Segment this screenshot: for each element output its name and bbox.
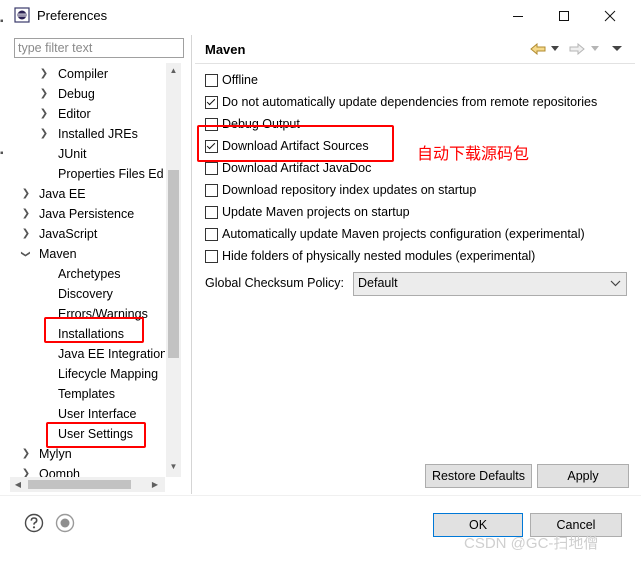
annotation-highlight-download-sources [197,125,394,162]
annotation-label: 自动下载源码包 [417,146,530,163]
checkbox-label: Automatically update Maven projects conf… [222,227,585,241]
tree-item-properties-files-editor[interactable]: Properties Files Ed [10,164,165,184]
checkbox-label: Do not automatically update dependencies… [222,95,598,109]
minimize-button[interactable] [495,0,541,32]
background-window-fragment: ▪ [0,16,4,27]
tree-item-javascript[interactable]: ❯ JavaScript [10,224,165,244]
preference-tree: ❯ Compiler ❯ Debug ❯ Editor ❯ Installed … [10,63,165,479]
chevron-right-icon[interactable]: ❯ [39,104,49,124]
checkbox-box[interactable] [205,183,218,197]
annotation-highlight-user-settings [46,422,146,448]
tree-item-debug[interactable]: ❯ Debug [10,84,165,104]
auto-update-project-config-checkbox[interactable]: Automatically update Maven projects conf… [205,224,585,244]
eclipse-app-icon [14,7,30,23]
checkbox-label: Hide folders of physically nested module… [222,249,536,263]
checkbox-box[interactable] [205,161,218,175]
tree-item-junit[interactable]: JUnit [10,144,165,164]
chevron-down-icon[interactable]: ❯ [16,249,36,259]
tree-item-lifecycle-mapping[interactable]: Lifecycle Mapping [10,364,165,384]
background-window-fragment: ▪ [0,148,4,159]
chevron-right-icon[interactable]: ❯ [21,184,31,204]
tree-item-maven[interactable]: ❯ Maven [10,244,165,264]
pane-divider[interactable] [191,35,192,494]
chevron-right-icon[interactable]: ❯ [39,84,49,104]
tree-item-editor[interactable]: ❯ Editor [10,104,165,124]
tree-item-templates[interactable]: Templates [10,384,165,404]
close-icon [604,10,616,22]
hide-nested-module-folders-checkbox[interactable]: Hide folders of physically nested module… [205,246,535,266]
header-separator [195,63,635,64]
update-projects-on-startup-checkbox[interactable]: Update Maven projects on startup [205,202,410,222]
tree-item-java-persistence[interactable]: ❯ Java Persistence [10,204,165,224]
maximize-button[interactable] [541,0,587,32]
window-title: Preferences [37,8,108,23]
page-title: Maven [205,42,246,57]
checkbox-box[interactable] [205,249,218,263]
annotation-highlight-installations [44,317,144,343]
scroll-up-arrow-icon[interactable]: ▲ [166,66,181,78]
chevron-down-icon[interactable] [610,273,622,293]
checkbox-box[interactable] [205,227,218,241]
checkbox-box[interactable] [205,95,218,109]
record-macro-icon[interactable] [55,513,75,533]
tree-horizontal-scroll-thumb[interactable] [28,480,131,489]
scroll-right-arrow-icon[interactable]: ▶ [149,477,161,492]
checksum-policy-label: Global Checksum Policy: [205,276,344,290]
chevron-right-icon[interactable]: ❯ [39,64,49,84]
forward-arrow-icon[interactable] [567,40,587,58]
chevron-right-icon[interactable]: ❯ [21,204,31,224]
tree-item-java-ee[interactable]: ❯ Java EE [10,184,165,204]
watermark: CSDN @GC-扫地僧 [464,535,599,552]
tree-item-compiler[interactable]: ❯ Compiler [10,64,165,84]
tree-item-archetypes[interactable]: Archetypes [10,264,165,284]
checkbox-box[interactable] [205,205,218,219]
restore-defaults-button[interactable]: Restore Defaults [425,464,532,488]
no-auto-update-dependencies-checkbox[interactable]: Do not automatically update dependencies… [205,92,597,112]
tree-item-user-interface[interactable]: User Interface [10,404,165,424]
checkbox-label: Update Maven projects on startup [222,205,410,219]
tree-item-installed-jres[interactable]: ❯ Installed JREs [10,124,165,144]
offline-checkbox[interactable]: Offline [205,70,258,90]
tree-item-discovery[interactable]: Discovery [10,284,165,304]
help-icon[interactable] [24,513,44,533]
checksum-policy-value[interactable]: Default [358,273,398,293]
scroll-down-arrow-icon[interactable]: ▼ [166,462,181,474]
maximize-icon [559,11,569,21]
tree-vertical-scroll-thumb[interactable] [168,170,179,358]
chevron-right-icon[interactable]: ❯ [39,124,49,144]
apply-button[interactable]: Apply [537,464,629,488]
chevron-right-icon[interactable]: ❯ [21,444,31,464]
back-history-dropdown-icon[interactable] [549,40,561,58]
tree-item-java-ee-integration[interactable]: Java EE Integration [10,344,165,364]
download-index-updates-checkbox[interactable]: Download repository index updates on sta… [205,180,476,200]
chevron-right-icon[interactable]: ❯ [21,224,31,244]
minimize-icon [513,16,523,17]
filter-input[interactable] [14,38,184,58]
checkbox-box[interactable] [205,73,218,87]
back-arrow-icon[interactable] [528,40,548,58]
checkbox-label: Download repository index updates on sta… [222,183,477,197]
close-button[interactable] [587,0,633,32]
forward-history-dropdown-icon[interactable] [589,40,601,58]
view-menu-icon[interactable] [607,40,627,58]
footer-separator [0,495,641,496]
scroll-left-arrow-icon[interactable]: ◀ [12,477,24,492]
checkbox-label: Offline [222,73,258,87]
